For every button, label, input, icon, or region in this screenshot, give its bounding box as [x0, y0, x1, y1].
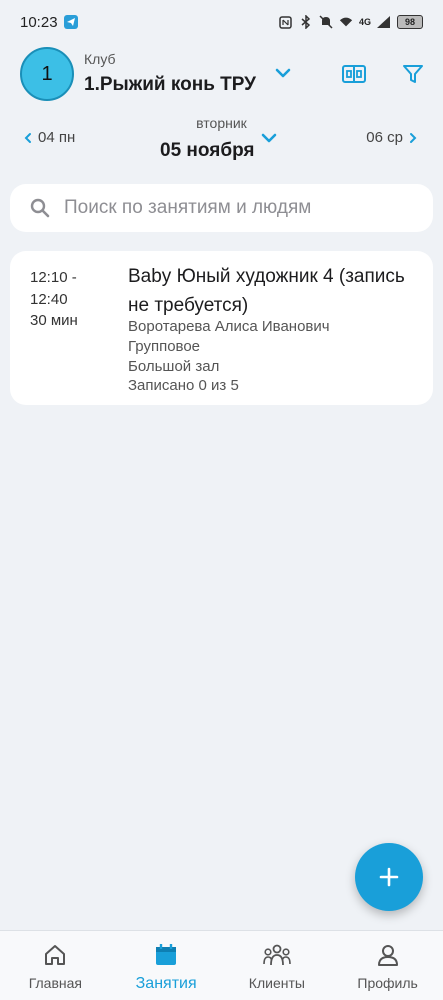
board-icon	[342, 65, 366, 83]
nav-item-home[interactable]: Главная	[0, 931, 111, 1000]
mute-bell-icon	[319, 15, 333, 29]
status-right: 4G 98	[279, 15, 423, 29]
club-name[interactable]: 1.Рыжий конь ТРУ	[84, 74, 256, 96]
nav-item-lessons[interactable]: Занятия	[111, 931, 222, 1000]
nav-item-profile[interactable]: Профиль	[332, 931, 443, 1000]
network-type: 4G	[358, 17, 371, 27]
filter-button[interactable]	[397, 58, 429, 90]
lesson-time: 12:10 - 12:40	[30, 269, 77, 308]
calendar-icon	[152, 941, 180, 969]
lesson-title: Baby Юный художник 4 (запись не требуетс…	[128, 266, 405, 316]
lesson-trainer: Воротарева Алиса Иванович	[128, 318, 330, 335]
nav-label-profile: Профиль	[357, 975, 418, 991]
status-time: 10:23	[20, 13, 58, 31]
home-icon	[41, 941, 69, 969]
chevron-left-icon	[24, 132, 31, 143]
nfc-icon	[279, 15, 293, 29]
telegram-icon	[63, 15, 78, 29]
search-input[interactable]	[64, 197, 394, 219]
club-avatar[interactable]: 1	[20, 47, 74, 101]
prev-day-label: 04 пн	[38, 129, 76, 146]
add-lesson-button[interactable]	[355, 843, 423, 911]
nav-label-lessons: Занятия	[135, 975, 197, 992]
next-day-label: 06 ср	[366, 129, 403, 146]
lesson-card[interactable]: 12:10 - 12:40 30 мин Baby Юный художник …	[10, 251, 433, 405]
filter-icon	[403, 65, 423, 83]
lesson-room: Большой зал	[128, 358, 220, 375]
next-day-button[interactable]: 06 ср	[366, 129, 417, 146]
prev-day-button[interactable]: 04 пн	[24, 129, 75, 146]
status-left: 10:23	[20, 14, 78, 31]
club-caption: Клуб	[84, 51, 116, 67]
lesson-type: Групповое	[128, 338, 201, 355]
bottom-nav: Главная Занятия Клиенты Профиль	[0, 930, 443, 1000]
nav-item-clients[interactable]: Клиенты	[222, 931, 333, 1000]
battery-indicator: 98	[397, 15, 423, 29]
bluetooth-icon	[299, 15, 313, 29]
club-chevron-down-icon[interactable]	[272, 64, 294, 82]
people-icon	[263, 941, 291, 969]
search-icon	[30, 198, 50, 218]
signal-icon	[377, 15, 391, 29]
chevron-right-icon	[410, 132, 417, 143]
search-bar[interactable]	[10, 184, 433, 232]
lesson-duration: 30 мин	[30, 312, 78, 329]
wifi-icon	[339, 15, 353, 29]
person-icon	[374, 941, 402, 969]
plus-icon	[379, 867, 399, 887]
nav-label-clients: Клиенты	[248, 975, 305, 991]
status-bar: 10:23 4G 98	[0, 0, 443, 44]
lesson-enrolled: Записано 0 из 5	[128, 377, 239, 394]
nav-label-home: Главная	[28, 975, 83, 991]
schedule-view-button[interactable]	[338, 58, 370, 90]
date-chevron-down-icon[interactable]	[259, 130, 279, 146]
current-date[interactable]: 05 ноября	[160, 140, 255, 162]
